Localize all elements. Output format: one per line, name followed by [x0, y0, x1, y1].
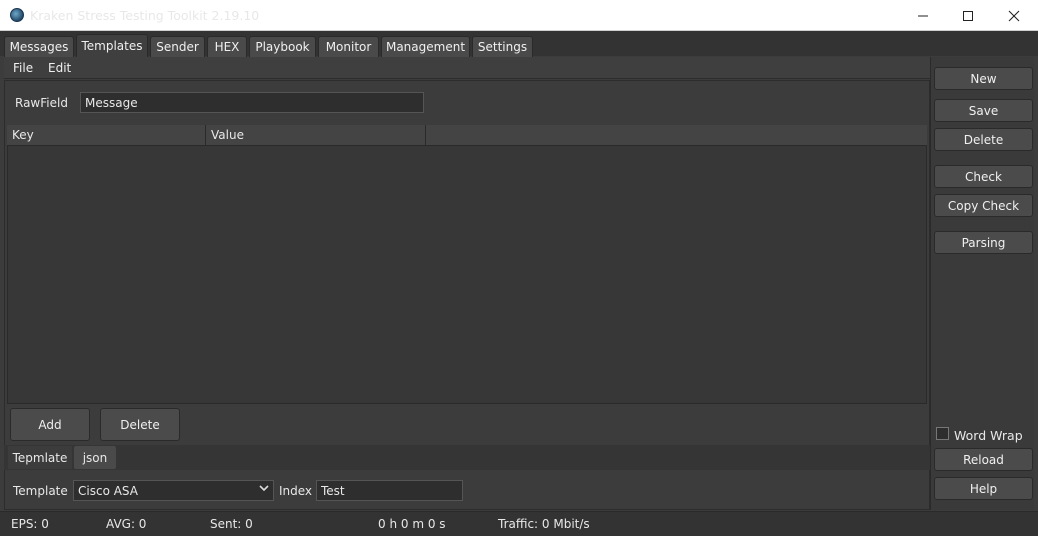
key-value-table[interactable] [7, 125, 927, 404]
delete-row-button[interactable]: Delete [100, 408, 180, 441]
tab-sender[interactable]: Sender [150, 36, 205, 57]
index-label: Index [279, 484, 313, 498]
template-label: Template [13, 484, 68, 498]
word-wrap-checkbox[interactable] [936, 427, 949, 440]
subtab-json[interactable]: json [74, 446, 116, 469]
copy-check-button[interactable]: Copy Check [934, 194, 1033, 217]
menu-bar [4, 57, 930, 79]
column-header-value[interactable]: Value [206, 125, 426, 146]
help-button[interactable]: Help [934, 477, 1033, 500]
close-icon [1008, 10, 1020, 21]
minimize-icon [918, 15, 928, 16]
index-input[interactable] [316, 480, 463, 501]
parsing-button[interactable]: Parsing [934, 231, 1033, 254]
maximize-button[interactable] [945, 0, 991, 31]
add-button[interactable]: Add [10, 408, 90, 441]
status-sent: Sent: 0 [210, 517, 253, 531]
rawfield-label: RawField [15, 96, 68, 110]
reload-button[interactable]: Reload [934, 448, 1033, 471]
status-avg: AVG: 0 [106, 517, 147, 531]
template-select[interactable]: Cisco ASA [73, 480, 274, 501]
status-elapsed-time: 0 h 0 m 0 s [378, 517, 446, 531]
status-eps: EPS: 0 [11, 517, 49, 531]
rawfield-input[interactable] [80, 92, 424, 113]
new-button[interactable]: New [934, 67, 1033, 90]
chevron-down-icon[interactable] [258, 482, 270, 497]
tab-playbook[interactable]: Playbook [249, 36, 316, 57]
tab-settings[interactable]: Settings [472, 36, 533, 57]
column-header-key[interactable]: Key [7, 125, 206, 146]
tab-templates[interactable]: Templates [76, 34, 148, 57]
window-title: Kraken Stress Testing Toolkit 2.19.10 [30, 8, 260, 23]
tab-monitor[interactable]: Monitor [318, 36, 379, 57]
tab-management[interactable]: Management [381, 36, 470, 57]
app-logo-icon [10, 8, 24, 22]
tab-hex[interactable]: HEX [207, 36, 247, 57]
word-wrap-label[interactable]: Word Wrap [954, 428, 1023, 443]
delete-button[interactable]: Delete [934, 128, 1033, 151]
subtab-bar [4, 445, 930, 470]
save-button[interactable]: Save [934, 99, 1033, 122]
template-select-value: Cisco ASA [78, 483, 138, 498]
minimize-button[interactable] [900, 0, 946, 31]
tab-messages[interactable]: Messages [4, 36, 74, 57]
check-button[interactable]: Check [934, 165, 1033, 188]
menu-edit[interactable]: Edit [48, 61, 71, 75]
maximize-icon [963, 10, 973, 21]
subtab-template[interactable]: Tepmlate [8, 446, 72, 469]
status-traffic: Traffic: 0 Mbit/s [498, 517, 590, 531]
close-button[interactable] [991, 0, 1037, 31]
menu-file[interactable]: File [13, 61, 33, 75]
